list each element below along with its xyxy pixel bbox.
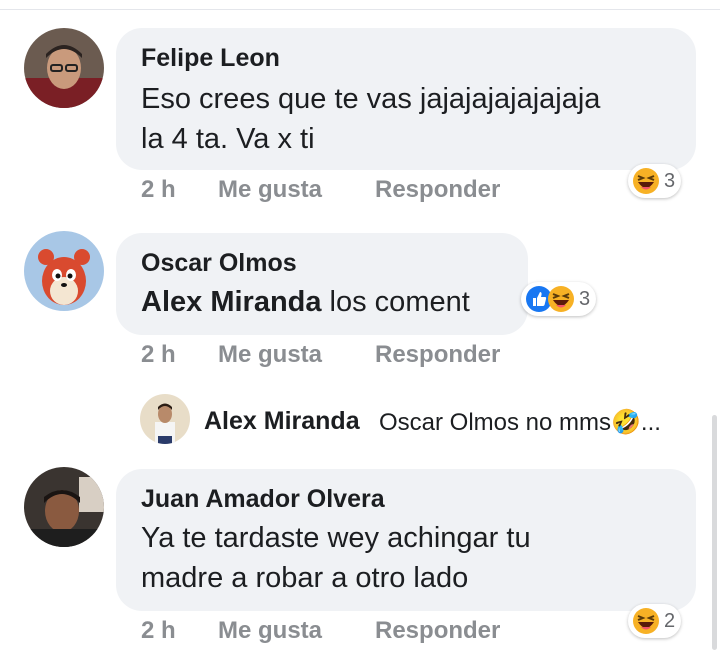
reply-button[interactable]: Responder — [375, 176, 500, 204]
haha-reaction-icon — [548, 286, 574, 312]
avatar-oscar-olmos[interactable] — [24, 231, 104, 311]
reply-author[interactable]: Alex Miranda — [204, 407, 360, 436]
comment-author[interactable]: Oscar Olmos — [141, 249, 297, 278]
avatar-alex-miranda[interactable] — [140, 394, 190, 444]
comment-actions: 2 h Me gusta Responder — [141, 617, 541, 647]
comment-author[interactable]: Felipe Leon — [141, 44, 280, 73]
comment-text-line1: Eso crees que te vas jajajajajajajaja — [141, 83, 601, 115]
like-button[interactable]: Me gusta — [218, 176, 322, 204]
like-button[interactable]: Me gusta — [218, 341, 322, 369]
haha-reaction-icon — [633, 168, 659, 194]
like-button[interactable]: Me gusta — [218, 617, 322, 645]
reaction-summary[interactable]: 2 — [628, 604, 682, 638]
scrollbar[interactable] — [712, 415, 717, 650]
comment-text-line2: madre a robar a otro lado — [141, 562, 469, 594]
avatar-felipe-leon-image — [24, 28, 104, 108]
comment-text-line2: la 4 ta. Va x ti — [141, 123, 315, 155]
comment-actions: 2 h Me gusta Responder — [141, 176, 541, 206]
reply-button[interactable]: Responder — [375, 617, 500, 645]
reaction-count: 3 — [664, 169, 676, 192]
reply-text[interactable]: Oscar Olmos no mms🤣... — [379, 408, 661, 437]
comment-text-rest: los coment — [321, 286, 470, 318]
comment-text: Alex Miranda los coment — [141, 282, 470, 323]
reaction-count: 2 — [664, 609, 676, 632]
comment-time[interactable]: 2 h — [141, 617, 176, 645]
reaction-summary[interactable]: 3 — [521, 282, 597, 316]
comment-time[interactable]: 2 h — [141, 341, 176, 369]
comment-actions: 2 h Me gusta Responder — [141, 341, 541, 371]
comment-author[interactable]: Juan Amador Olvera — [141, 485, 385, 514]
top-divider — [0, 9, 720, 10]
comment-text-line1: Ya te tardaste wey achingar tu — [141, 522, 531, 554]
comment-time[interactable]: 2 h — [141, 176, 176, 204]
avatar-juan-amador-olvera[interactable] — [24, 467, 104, 547]
avatar-oscar-olmos-image — [24, 231, 104, 311]
mention-link[interactable]: Alex Miranda — [141, 286, 322, 318]
reply-button[interactable]: Responder — [375, 341, 500, 369]
reaction-count: 3 — [579, 287, 591, 310]
avatar-felipe-leon[interactable] — [24, 28, 104, 108]
haha-reaction-icon — [633, 608, 659, 634]
avatar-alex-miranda-image — [140, 394, 190, 444]
avatar-juan-amador-olvera-image — [24, 467, 104, 547]
reaction-summary[interactable]: 3 — [628, 164, 682, 198]
